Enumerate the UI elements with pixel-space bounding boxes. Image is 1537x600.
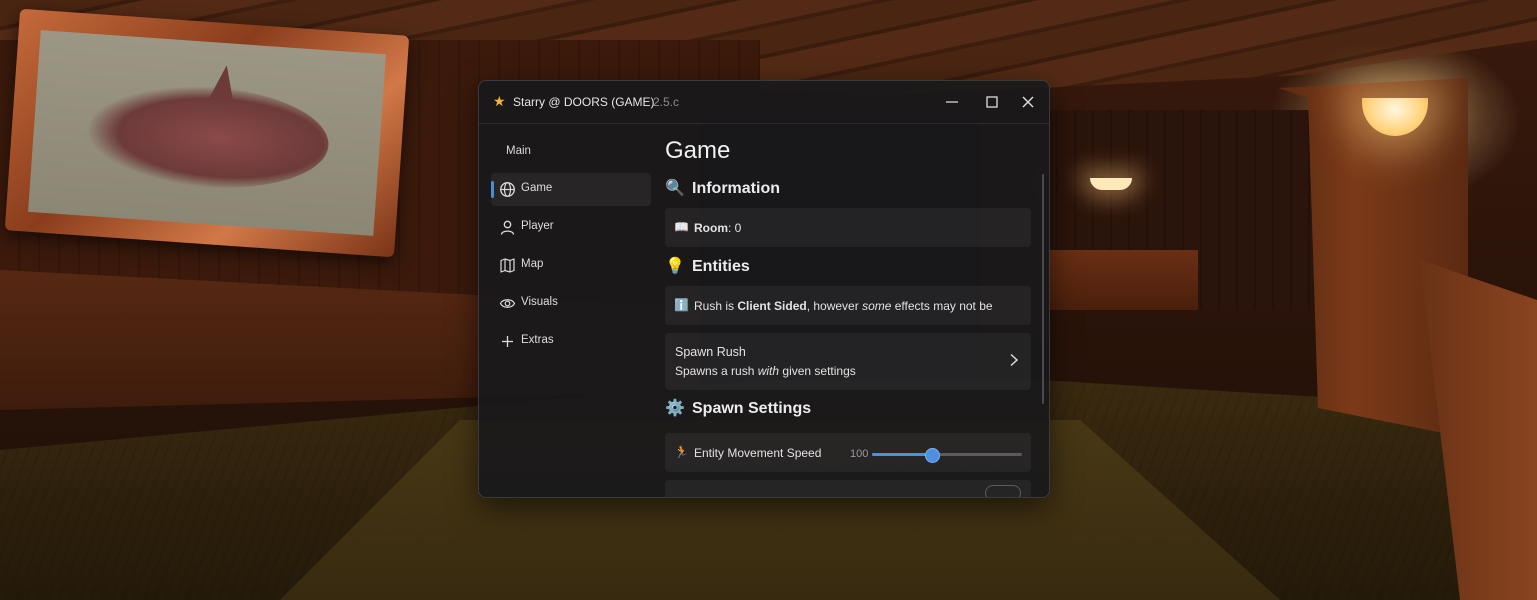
info-icon: ℹ️	[674, 298, 689, 312]
section-title: Information	[692, 180, 780, 197]
movement-speed-label: Entity Movement Speed	[694, 446, 822, 460]
lightbulb-icon: 💡	[665, 258, 685, 275]
rush-notice-text: Rush is Client Sided, however some effec…	[694, 299, 993, 313]
sidebar-item-label: Extras	[521, 334, 554, 346]
script-window: ★ Starry @ DOORS (GAME) 2.5.c Main Game	[478, 80, 1050, 498]
rush-notice-card: ℹ️ Rush is Client Sided, however some ef…	[665, 286, 1031, 325]
desk	[1048, 250, 1198, 310]
sidebar-item-label: Map	[521, 258, 544, 270]
section-heading-spawn-settings: ⚙️ Spawn Settings	[665, 398, 811, 420]
user-icon	[500, 220, 515, 235]
room-label: Room	[694, 221, 728, 235]
section-heading-entities: 💡 Entities	[665, 256, 750, 278]
sidebar-item-player[interactable]: Player	[491, 211, 651, 244]
shark-image	[85, 78, 332, 196]
title-bar[interactable]: ★ Starry @ DOORS (GAME) 2.5.c	[479, 81, 1049, 124]
sidebar-section-main: Main	[506, 145, 531, 157]
minimize-icon	[946, 101, 958, 103]
sidebar-item-label: Player	[521, 220, 554, 232]
sidebar-item-label: Game	[521, 182, 553, 194]
room-text: Room: 0	[694, 221, 741, 235]
movement-speed-slider[interactable]	[872, 448, 1022, 463]
maximize-icon	[986, 96, 998, 108]
notice-bold: Client Sided	[737, 299, 807, 313]
sidebar-item-visuals[interactable]: Visuals	[491, 287, 651, 320]
gear-icon: ⚙️	[665, 400, 685, 417]
section-heading-information: 🔍 Information	[665, 178, 780, 200]
content-scrollbar[interactable]	[1042, 174, 1044, 404]
star-icon: ★	[493, 93, 506, 109]
sidebar: Main Game Player Map Visuals Extras	[479, 124, 659, 497]
notice-prefix: Rush is	[694, 299, 738, 313]
shark-painting	[4, 8, 410, 258]
desc-prefix: Spawns a rush	[675, 364, 758, 378]
main-content: Game 🔍 Information 📖 Room: 0 💡 Entities ℹ️…	[659, 124, 1049, 497]
sidebar-item-label: Visuals	[521, 296, 558, 308]
sidebar-item-game[interactable]: Game	[491, 173, 651, 206]
notice-italic: some	[862, 299, 892, 313]
section-title: Spawn Settings	[692, 400, 812, 417]
notice-suffix: effects may not be	[891, 299, 993, 313]
active-indicator	[491, 181, 494, 198]
spawn-rush-description: Spawns a rush with given settings	[675, 364, 856, 378]
wall-lamp-far	[1090, 178, 1132, 190]
spawn-rush-title: Spawn Rush	[675, 345, 746, 359]
running-icon: 🏃	[674, 445, 689, 459]
map-icon	[500, 258, 515, 273]
maximize-button[interactable]	[981, 91, 1003, 113]
minimize-button[interactable]	[941, 91, 963, 113]
eye-icon	[499, 299, 516, 308]
book-icon: 📖	[674, 220, 689, 234]
notice-middle: , however	[806, 299, 863, 313]
plus-icon	[502, 336, 513, 347]
sidebar-item-map[interactable]: Map	[491, 249, 651, 282]
room-info-card: 📖 Room: 0	[665, 208, 1031, 247]
toggle-switch[interactable]	[985, 485, 1021, 497]
window-version: 2.5.c	[653, 95, 680, 109]
room-value: : 0	[728, 221, 742, 235]
window-title: Starry @ DOORS (GAME)	[513, 95, 655, 109]
section-title: Entities	[692, 258, 750, 275]
close-icon	[1022, 96, 1034, 108]
next-setting-row	[665, 480, 1031, 497]
spawn-rush-button[interactable]: Spawn Rush Spawns a rush with given sett…	[665, 333, 1031, 390]
desc-italic: with	[757, 364, 780, 378]
page-title: Game	[665, 137, 731, 164]
movement-speed-slider-row: 🏃 Entity Movement Speed 100	[665, 433, 1031, 472]
desc-suffix: given settings	[779, 364, 856, 378]
globe-icon	[500, 182, 515, 197]
slider-thumb[interactable]	[924, 448, 940, 463]
magnifier-icon: 🔍	[665, 180, 685, 197]
sidebar-item-extras[interactable]: Extras	[491, 325, 651, 358]
painting-canvas	[28, 30, 386, 236]
movement-speed-value: 100	[850, 448, 869, 460]
slider-fill	[872, 453, 931, 456]
chevron-right-icon	[1010, 353, 1019, 367]
close-button[interactable]	[1017, 91, 1039, 113]
